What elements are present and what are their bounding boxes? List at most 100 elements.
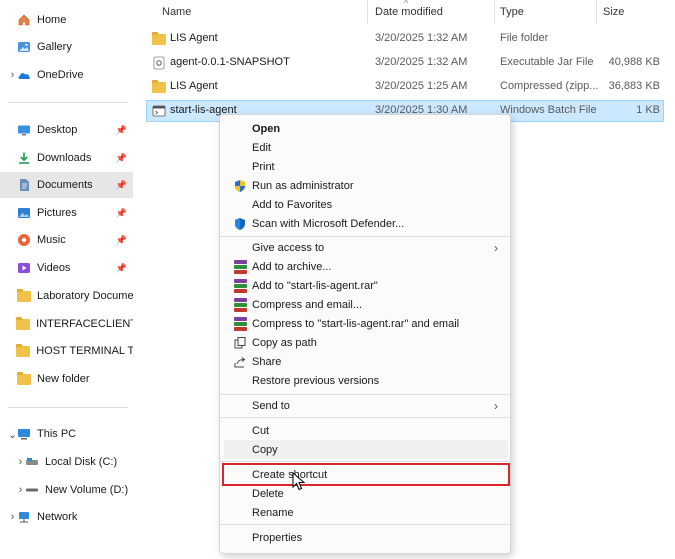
menu-label: Run as administrator	[252, 179, 354, 192]
submenu-arrow-icon: ›	[494, 240, 498, 255]
menu-label: Scan with Microsoft Defender...	[252, 217, 405, 230]
menu-item-copy-as-path[interactable]: Copy as path	[224, 333, 508, 352]
menu-separator	[220, 236, 510, 237]
file-row[interactable]: LIS Agent 3/20/2025 1:25 AM Compressed (…	[146, 76, 664, 98]
menu-item-cut[interactable]: Cut	[224, 421, 508, 440]
nav-item-home[interactable]: Home	[0, 7, 133, 33]
download-icon	[17, 151, 31, 165]
column-type[interactable]: Type	[500, 6, 524, 18]
menu-item-delete[interactable]: Delete	[224, 484, 508, 503]
uac-shield-icon	[232, 178, 248, 194]
menu-item-add-to-archive[interactable]: Add to archive...	[224, 257, 508, 276]
pictures-icon	[17, 206, 31, 220]
file-row[interactable]: agent-0.0.1-SNAPSHOT 3/20/2025 1:32 AM E…	[146, 52, 664, 74]
nav-label: Downloads	[37, 152, 92, 164]
menu-label: Share	[252, 355, 282, 368]
menu-label: Add to "start-lis-agent.rar"	[252, 279, 378, 292]
menu-item-edit[interactable]: Edit	[224, 138, 508, 157]
menu-item-compress-to-rar-email[interactable]: Compress to "start-lis-agent.rar" and em…	[224, 314, 508, 333]
drive-icon	[25, 483, 39, 497]
nav-item-gallery[interactable]: Gallery	[0, 34, 133, 60]
file-size: 1 KB	[636, 104, 660, 116]
nav-item-downloads[interactable]: Downloads 📌	[0, 145, 133, 171]
menu-label: Compress to "start-lis-agent.rar" and em…	[252, 317, 460, 330]
this-pc-icon	[17, 427, 31, 441]
menu-separator	[220, 394, 510, 395]
nav-item-network[interactable]: › Network	[0, 504, 133, 530]
chevron-right-icon[interactable]: ›	[16, 456, 25, 468]
nav-item-laboratory-docs[interactable]: Laboratory Docume	[0, 283, 133, 309]
chevron-right-icon[interactable]: ›	[8, 69, 17, 81]
nav-item-new-volume-d[interactable]: › New Volume (D:)	[0, 477, 133, 503]
submenu-arrow-icon: ›	[494, 398, 498, 413]
documents-icon	[17, 178, 31, 192]
nav-item-onedrive[interactable]: › OneDrive	[0, 62, 133, 88]
videos-icon	[17, 261, 31, 275]
pin-icon[interactable]: 📌	[116, 263, 127, 274]
pin-icon[interactable]: 📌	[116, 180, 127, 191]
batch-file-icon	[152, 104, 166, 118]
zip-folder-icon	[152, 79, 166, 94]
pin-icon[interactable]: 📌	[116, 235, 127, 246]
chevron-right-icon[interactable]: ›	[8, 511, 17, 523]
nav-item-interfaceclient[interactable]: INTERFACECLIENT_	[0, 311, 133, 337]
file-row[interactable]: LIS Agent 3/20/2025 1:32 AM File folder	[146, 28, 664, 50]
nav-item-host-terminal[interactable]: HOST TERMINAL TC	[0, 338, 133, 364]
winrar-icon	[232, 316, 248, 332]
menu-item-add-to-favorites[interactable]: Add to Favorites	[224, 195, 508, 214]
nav-divider	[8, 407, 128, 408]
menu-item-run-as-admin[interactable]: Run as administrator	[224, 176, 508, 195]
nav-label: Desktop	[37, 124, 78, 136]
menu-item-restore-versions[interactable]: Restore previous versions	[224, 371, 508, 390]
network-icon	[17, 510, 31, 524]
nav-item-this-pc[interactable]: ⌄ This PC	[0, 421, 133, 447]
pin-icon[interactable]: 📌	[116, 208, 127, 219]
file-type: File folder	[500, 32, 549, 44]
nav-label: Laboratory Docume	[36, 290, 133, 302]
menu-item-give-access[interactable]: Give access to ›	[224, 238, 508, 257]
menu-label: Rename	[252, 506, 294, 519]
menu-item-copy[interactable]: Copy	[224, 440, 508, 459]
file-size: 36,883 KB	[608, 80, 660, 92]
menu-item-add-to-rar[interactable]: Add to "start-lis-agent.rar"	[224, 276, 508, 295]
folder-icon	[16, 288, 31, 303]
menu-item-rename[interactable]: Rename	[224, 503, 508, 522]
menu-item-share[interactable]: Share	[224, 352, 508, 371]
column-name[interactable]: Name	[162, 6, 191, 18]
menu-item-compress-email[interactable]: Compress and email...	[224, 295, 508, 314]
menu-separator	[220, 461, 510, 462]
menu-item-print[interactable]: Print	[224, 157, 508, 176]
column-divider[interactable]	[494, 0, 495, 24]
nav-item-music[interactable]: Music 📌	[0, 227, 133, 253]
chevron-right-icon[interactable]: ›	[16, 484, 25, 496]
file-name: agent-0.0.1-SNAPSHOT	[170, 56, 290, 68]
file-type: Compressed (zipp...	[500, 80, 599, 92]
column-divider[interactable]	[367, 0, 368, 24]
nav-item-new-folder[interactable]: New folder	[0, 366, 133, 392]
menu-label: Print	[252, 160, 275, 173]
nav-label: Network	[37, 511, 78, 523]
menu-item-scan-defender[interactable]: Scan with Microsoft Defender...	[224, 214, 508, 233]
chevron-down-icon[interactable]: ⌄	[8, 428, 17, 441]
nav-label: Documents	[37, 179, 93, 191]
music-icon	[17, 233, 31, 247]
menu-item-open[interactable]: Open	[224, 119, 508, 138]
menu-label: Give access to	[252, 241, 325, 254]
column-divider[interactable]	[596, 0, 597, 24]
column-size[interactable]: Size	[603, 6, 624, 18]
menu-item-properties[interactable]: Properties	[224, 528, 508, 547]
folder-icon	[16, 316, 31, 331]
navigation-pane: Home Gallery › OneDrive Desktop 📌 Downlo…	[0, 0, 133, 559]
nav-item-local-disk-c[interactable]: › Local Disk (C:)	[0, 449, 133, 475]
nav-label: Home	[37, 14, 67, 26]
column-date-modified[interactable]: Date modified	[375, 6, 443, 18]
nav-item-pictures[interactable]: Pictures 📌	[0, 200, 133, 226]
nav-item-documents[interactable]: Documents 📌	[0, 172, 133, 198]
menu-label: Add to Favorites	[252, 198, 333, 211]
nav-item-videos[interactable]: Videos 📌	[0, 255, 133, 281]
menu-item-send-to[interactable]: Send to ›	[224, 396, 508, 415]
pin-icon[interactable]: 📌	[116, 125, 127, 136]
pin-icon[interactable]: 📌	[116, 153, 127, 164]
nav-item-desktop[interactable]: Desktop 📌	[0, 117, 133, 143]
nav-label: INTERFACECLIENT_	[36, 318, 133, 330]
